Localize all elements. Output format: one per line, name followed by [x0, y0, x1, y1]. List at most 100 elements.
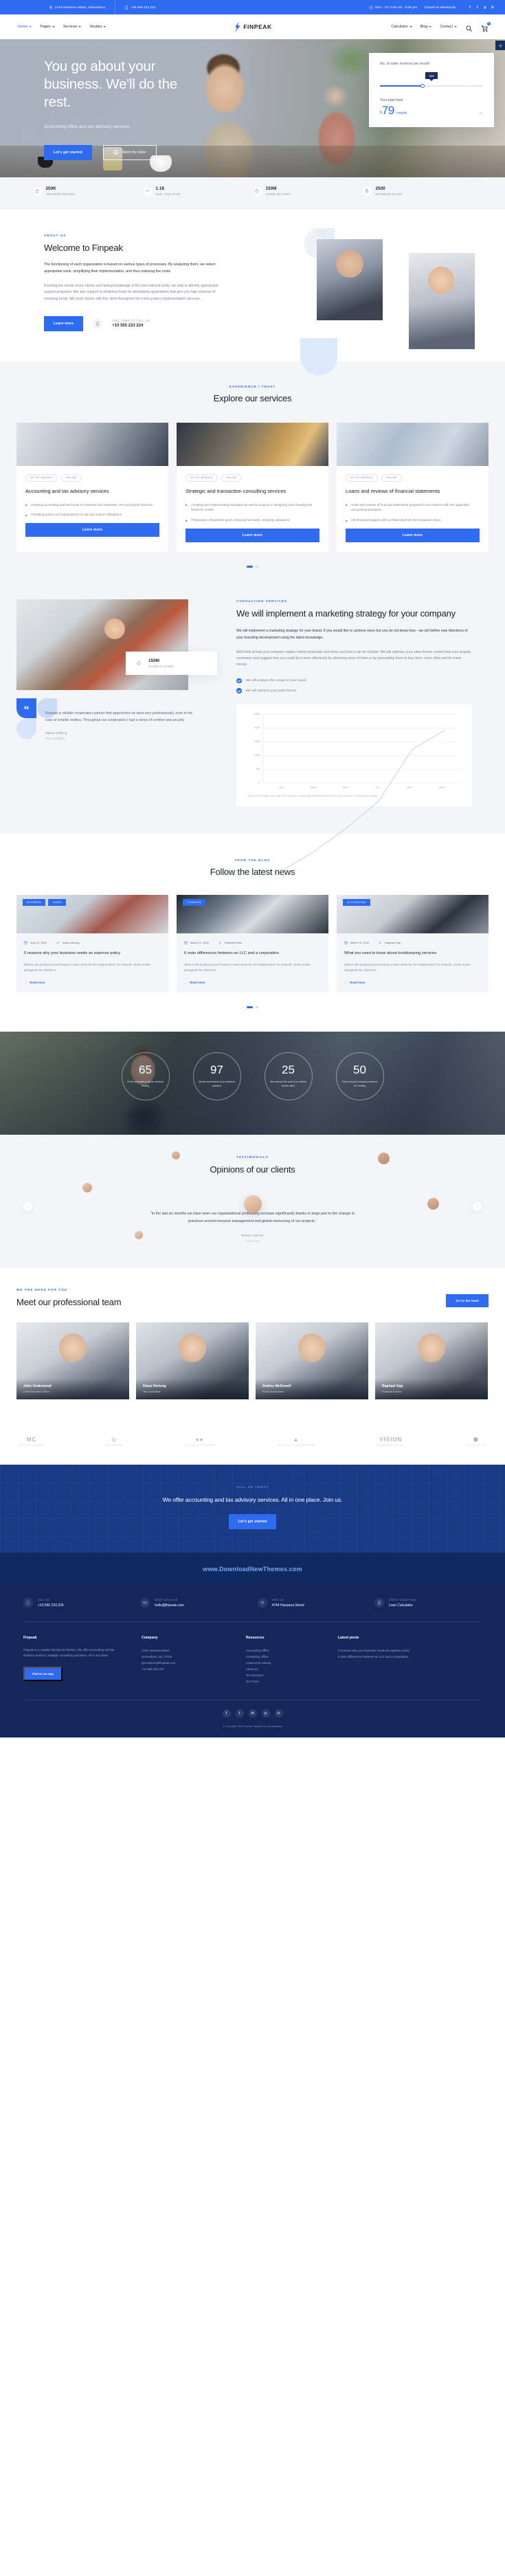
blog-tag[interactable]: FINANCES	[183, 899, 206, 907]
blog-author: Elizabeth Bran	[218, 941, 242, 944]
cta-get-started-button[interactable]: Let's get started	[228, 1514, 277, 1530]
footer-link[interactable]: +10 555 223 224	[142, 1666, 246, 1672]
blog-card-title[interactable]: 5 reasons why your business needs an exp…	[24, 951, 161, 957]
nav-item-studies[interactable]: Studies	[89, 25, 106, 29]
shield-icon	[252, 186, 262, 196]
testimonial-next-button[interactable]: →	[473, 1201, 482, 1211]
service-bullet: Keeping accounting and tax books of reve…	[25, 502, 159, 508]
blog-read-more-link[interactable]: → Read more	[184, 981, 321, 984]
about-call-number[interactable]: +10 555 223 224	[112, 324, 150, 328]
twitter-icon[interactable]: t	[475, 5, 480, 10]
nav-item-services[interactable]: Services	[63, 25, 82, 29]
blog-card[interactable]: FINANCES March 17, 2022 Elizabeth Bran 6…	[177, 895, 328, 992]
footer-link[interactable]: Accounting Office	[246, 1647, 338, 1654]
chevron-down-icon	[103, 26, 106, 27]
service-learn-more-button[interactable]: Learn more	[346, 529, 480, 543]
hero-get-started-button[interactable]: Let's get started	[44, 144, 92, 160]
footer-contact-item[interactable]: CHECK YOUR PLAN Loan Calculator	[374, 1598, 482, 1608]
active-client-avatar[interactable]	[243, 1195, 262, 1213]
client-avatar[interactable]	[378, 1152, 390, 1164]
hero-watch-video-button[interactable]: Watch the video	[102, 144, 157, 160]
about-learn-more-button[interactable]: Learn more	[44, 315, 84, 331]
footer-link[interactable]: Consulting Office	[246, 1654, 338, 1660]
pricing-calculator-card: No. of sales invoices per month 430 Your…	[369, 53, 494, 127]
facebook-icon[interactable]: f	[222, 1709, 231, 1718]
stat-number: 1.18	[155, 186, 164, 191]
blog-read-more-link[interactable]: → Read more	[344, 981, 481, 984]
footer-contact-item[interactable]: VISIT US 4744 Havanna Street	[257, 1598, 365, 1608]
invoice-slider[interactable]	[380, 83, 483, 89]
footer-link[interactable]: Loans and Leasing	[246, 1660, 338, 1666]
carousel-dot-active[interactable]	[247, 1006, 254, 1008]
marketing-right: CONSULTING SERVICES We will implement a …	[236, 599, 472, 806]
logo-sub: CROSSGATE UNDERWOOD	[277, 1444, 315, 1447]
cart-icon[interactable]: 0	[481, 21, 491, 32]
search-icon[interactable]	[465, 23, 473, 32]
blog-card[interactable]: BUSINESS TAXES April 10, 2022 Klaus Hert…	[16, 895, 168, 992]
carousel-dot-active[interactable]	[247, 566, 254, 568]
counter-number: 25	[282, 1063, 295, 1077]
stat-label: EUR / USD RATE	[155, 192, 181, 196]
team-member-card[interactable]: Klaus Hertzog Tax Consultant	[136, 1322, 249, 1400]
blog-card-title[interactable]: What you need to know about bookkeeping …	[344, 951, 481, 957]
client-avatar[interactable]	[172, 1151, 180, 1159]
carousel-dot[interactable]	[256, 566, 258, 568]
blog-card-title[interactable]: 6 main differences between an LLC and a …	[184, 951, 321, 957]
twitter-icon[interactable]: t	[235, 1709, 244, 1718]
nav-item-home[interactable]: Home	[18, 25, 32, 29]
service-learn-more-button[interactable]: Learn more	[25, 523, 159, 537]
blog-tag[interactable]: TAXES	[48, 899, 66, 907]
linkedin-icon[interactable]: in	[248, 1709, 257, 1718]
blog-tag[interactable]: ACCOUNTING	[343, 899, 371, 907]
service-card[interactable]: IN THE BRANCH ONLINE Strategic and trans…	[177, 422, 328, 553]
blog-tag[interactable]: BUSINESS	[23, 899, 46, 907]
client-avatar[interactable]	[427, 1197, 439, 1210]
footer-post-link[interactable]: 5 reasons why your business needs an exp…	[338, 1647, 475, 1654]
team-member-card[interactable]: John Underwood Chief Executive Officer	[16, 1322, 129, 1400]
service-card[interactable]: IN THE BRANCH ONLINE Accounting and tax …	[16, 422, 168, 553]
footer-link[interactable]: greensboro@finpeak.com	[142, 1660, 246, 1666]
behance-icon[interactable]: b	[274, 1709, 283, 1718]
nav-item-blog[interactable]: Blog	[420, 25, 432, 29]
testimonials-section: TESTIMONIALS Opinions of our clients ← →…	[0, 1134, 505, 1268]
go-to-team-button[interactable]: Go to the team	[446, 1294, 489, 1308]
nav-item-pages[interactable]: Pages	[40, 25, 55, 29]
blog-meta: March 10, 2022 Raphael Gap	[344, 941, 481, 944]
find-us-on-map-button[interactable]: Find us on map	[23, 1667, 63, 1682]
facebook-icon[interactable]: f	[467, 5, 473, 10]
nav-left-group: Home Pages Services Studies	[10, 25, 106, 29]
team-member-card[interactable]: Raphael Gap Financial Advisor	[375, 1322, 488, 1400]
footer-link[interactable]: Greensboro, NC 27410	[142, 1654, 246, 1660]
services-carousel-dots[interactable]	[0, 566, 505, 568]
invoice-value-bubble: 430	[425, 72, 438, 79]
nav-item-calculator[interactable]: Calculator	[391, 25, 412, 29]
cta-grid-decor	[0, 1465, 505, 1553]
team-member-card[interactable]: Audrey McDowell Senior Accountant	[256, 1322, 368, 1400]
blog-carousel-dots[interactable]	[0, 1006, 505, 1008]
carousel-dot[interactable]	[256, 1006, 258, 1008]
footer-post-link[interactable]: 6 main differences between an LLC and a …	[338, 1654, 475, 1660]
client-avatar[interactable]	[82, 1182, 92, 1192]
footer-link[interactable]: About Us	[246, 1666, 338, 1672]
behance-icon[interactable]: b	[490, 5, 495, 10]
team-header: WE ARE HERE FOR YOU Meet our professiona…	[16, 1288, 489, 1308]
footer-link[interactable]: Our Team	[246, 1678, 338, 1685]
team-member-role: Senior Accountant	[262, 1390, 284, 1394]
service-card[interactable]: IN THE BRANCH ONLINE Loans and reviews o…	[337, 422, 489, 553]
client-avatar[interactable]	[135, 1230, 143, 1239]
blog-card[interactable]: ACCOUNTING March 10, 2022 Raphael Gap Wh…	[337, 895, 489, 992]
footer-link[interactable]: Our Services	[246, 1672, 338, 1678]
footer-link[interactable]: 4744 Havanna Street	[142, 1647, 246, 1654]
footer-contact-item[interactable]: CALL US +10 555 223 224	[23, 1598, 131, 1608]
footer-contact-item[interactable]: DROP US A LINE hello@finpeak.com	[140, 1598, 247, 1608]
testimonial-prev-button[interactable]: ←	[23, 1201, 32, 1211]
site-logo[interactable]: FINPEAK	[233, 21, 272, 32]
topbar-phone[interactable]: +48 555 223 224	[115, 0, 165, 14]
blog-read-more-link[interactable]: → Read more	[24, 981, 161, 984]
pinterest-icon[interactable]: p	[261, 1709, 270, 1718]
arrow-right-icon[interactable]: →	[478, 111, 483, 115]
service-learn-more-button[interactable]: Learn more	[186, 529, 319, 543]
nav-item-contact[interactable]: Contact	[440, 25, 457, 29]
pinterest-icon[interactable]: p	[482, 5, 488, 10]
slider-knob[interactable]	[420, 83, 425, 89]
